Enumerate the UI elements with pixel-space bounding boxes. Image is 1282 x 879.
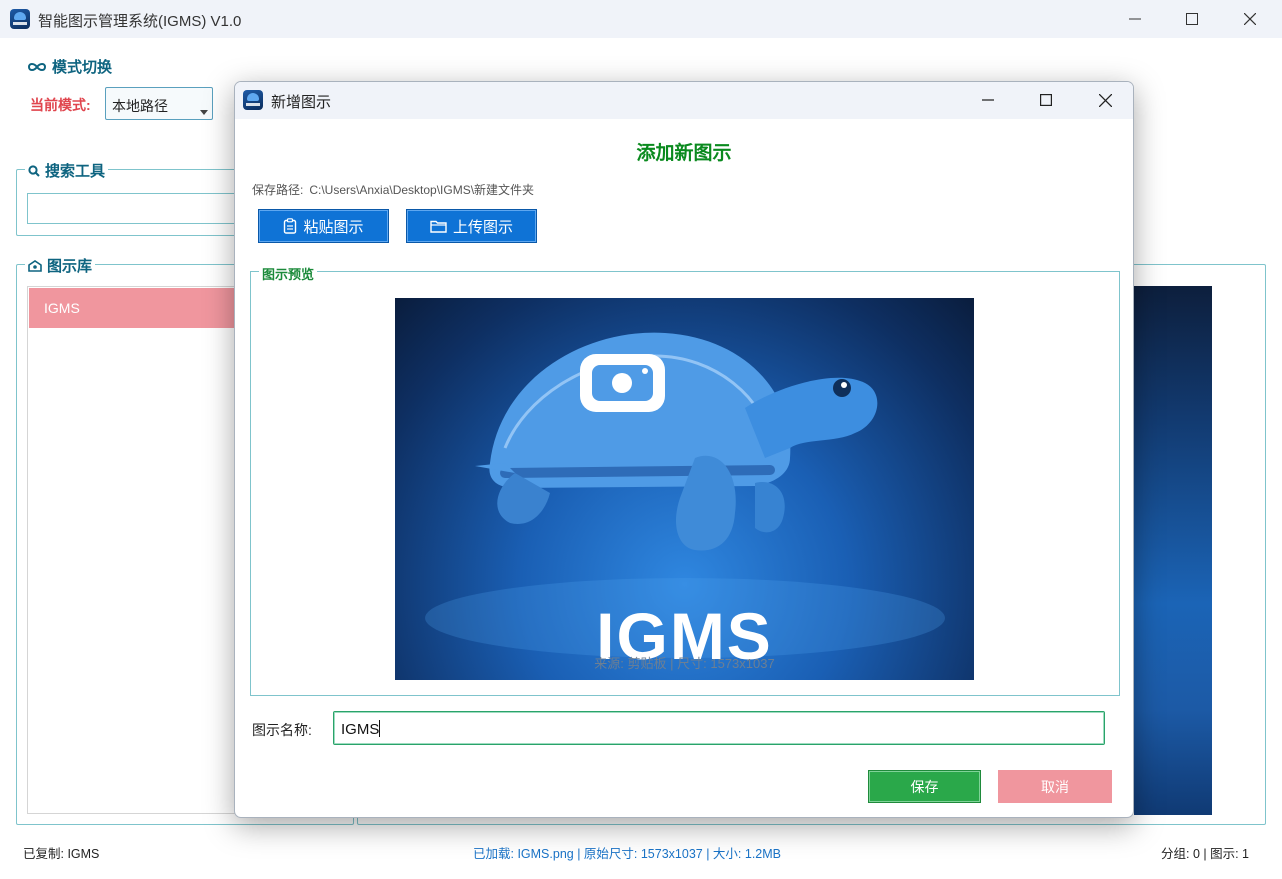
save-path-label: 保存路径: [252, 183, 304, 197]
text-cursor [379, 720, 381, 737]
search-icon [28, 164, 40, 177]
diagram-name-value: IGMS [341, 721, 380, 738]
maximize-button[interactable] [1167, 4, 1217, 34]
status-counts: 分组: 0 | 图示: 1 [1161, 847, 1249, 861]
save-path-value: C:\Users\Anxia\Desktop\IGMS\新建文件夹 [309, 183, 535, 197]
preview-group-title: 图示预览 [259, 264, 318, 283]
status-loaded: 已加载: IGMS.png | 原始尺寸: 1573x1037 | 大小: 1.… [473, 847, 781, 861]
infinity-icon [28, 62, 46, 71]
preview-group: 图示预览 IGMS 来源: 剪贴板 | 尺寸: 1573x1037 [250, 264, 1120, 696]
window-title: 智能图示管理系统(IGMS) V1.0 [38, 13, 242, 30]
chevron-down-icon [200, 110, 208, 115]
diagram-name-input[interactable]: IGMS [333, 711, 1105, 745]
maximize-icon [1186, 13, 1198, 25]
save-path: 保存路径: C:\Users\Anxia\Desktop\IGMS\新建文件夹 [252, 181, 534, 198]
close-button[interactable] [1225, 4, 1275, 34]
mode-section-title: 模式切换 [28, 56, 112, 77]
minimize-button[interactable] [1110, 4, 1160, 34]
dialog-logo-icon [243, 90, 263, 110]
mode-select-value: 本地路径 [112, 98, 168, 114]
minimize-icon [982, 99, 994, 101]
upload-diagram-label: 上传图示 [452, 218, 513, 236]
dialog-title: 新增图示 [271, 94, 332, 111]
image-library-icon [28, 259, 42, 272]
upload-diagram-button[interactable]: 上传图示 [406, 209, 537, 243]
close-icon [1244, 13, 1256, 25]
search-group-label: 搜索工具 [45, 163, 106, 180]
maximize-icon [1040, 94, 1052, 106]
status-copied: 已复制: IGMS [23, 847, 100, 861]
mode-section-label: 模式切换 [52, 59, 113, 76]
minimize-icon [1129, 18, 1141, 20]
dialog-close-button[interactable] [1080, 85, 1130, 115]
close-icon [1098, 93, 1112, 107]
save-button[interactable]: 保存 [868, 770, 981, 803]
current-mode-label: 当前模式: [30, 97, 91, 113]
library-item[interactable]: IGMS [29, 288, 269, 328]
diagram-name-label: 图示名称: [252, 722, 312, 738]
paste-diagram-label: 粘贴图示 [303, 218, 364, 236]
dialog-titlebar: 新增图示 [235, 82, 1133, 119]
dialog-heading: 添加新图示 [636, 143, 732, 164]
search-input[interactable] [27, 193, 257, 224]
library-item-label: IGMS [44, 300, 80, 316]
dialog-maximize-button[interactable] [1021, 85, 1071, 115]
dialog-minimize-button[interactable] [963, 85, 1013, 115]
status-bar: 已复制: IGMS 已加载: IGMS.png | 原始尺寸: 1573x103… [0, 836, 1282, 864]
paste-diagram-button[interactable]: 粘贴图示 [258, 209, 389, 243]
preview-caption: 来源: 剪贴板 | 尺寸: 1573x1037 [594, 656, 775, 671]
cancel-button[interactable]: 取消 [998, 770, 1112, 803]
search-group-title: 搜索工具 [25, 160, 109, 181]
library-group-title: 图示库 [25, 255, 96, 276]
main-image-preview [1134, 286, 1212, 815]
folder-icon [430, 220, 447, 233]
add-diagram-dialog: 新增图示 添加新图示 保存路径: C:\Users\Anxia\Desktop\I… [234, 81, 1134, 818]
app-logo-icon [10, 9, 30, 29]
main-titlebar: 智能图示管理系统(IGMS) V1.0 [0, 0, 1282, 38]
library-group-label: 图示库 [47, 258, 93, 275]
mode-select[interactable]: 本地路径 [105, 87, 213, 120]
clipboard-icon [284, 218, 297, 234]
diagram-preview-image: IGMS 来源: 剪贴板 | 尺寸: 1573x1037 [395, 298, 974, 680]
